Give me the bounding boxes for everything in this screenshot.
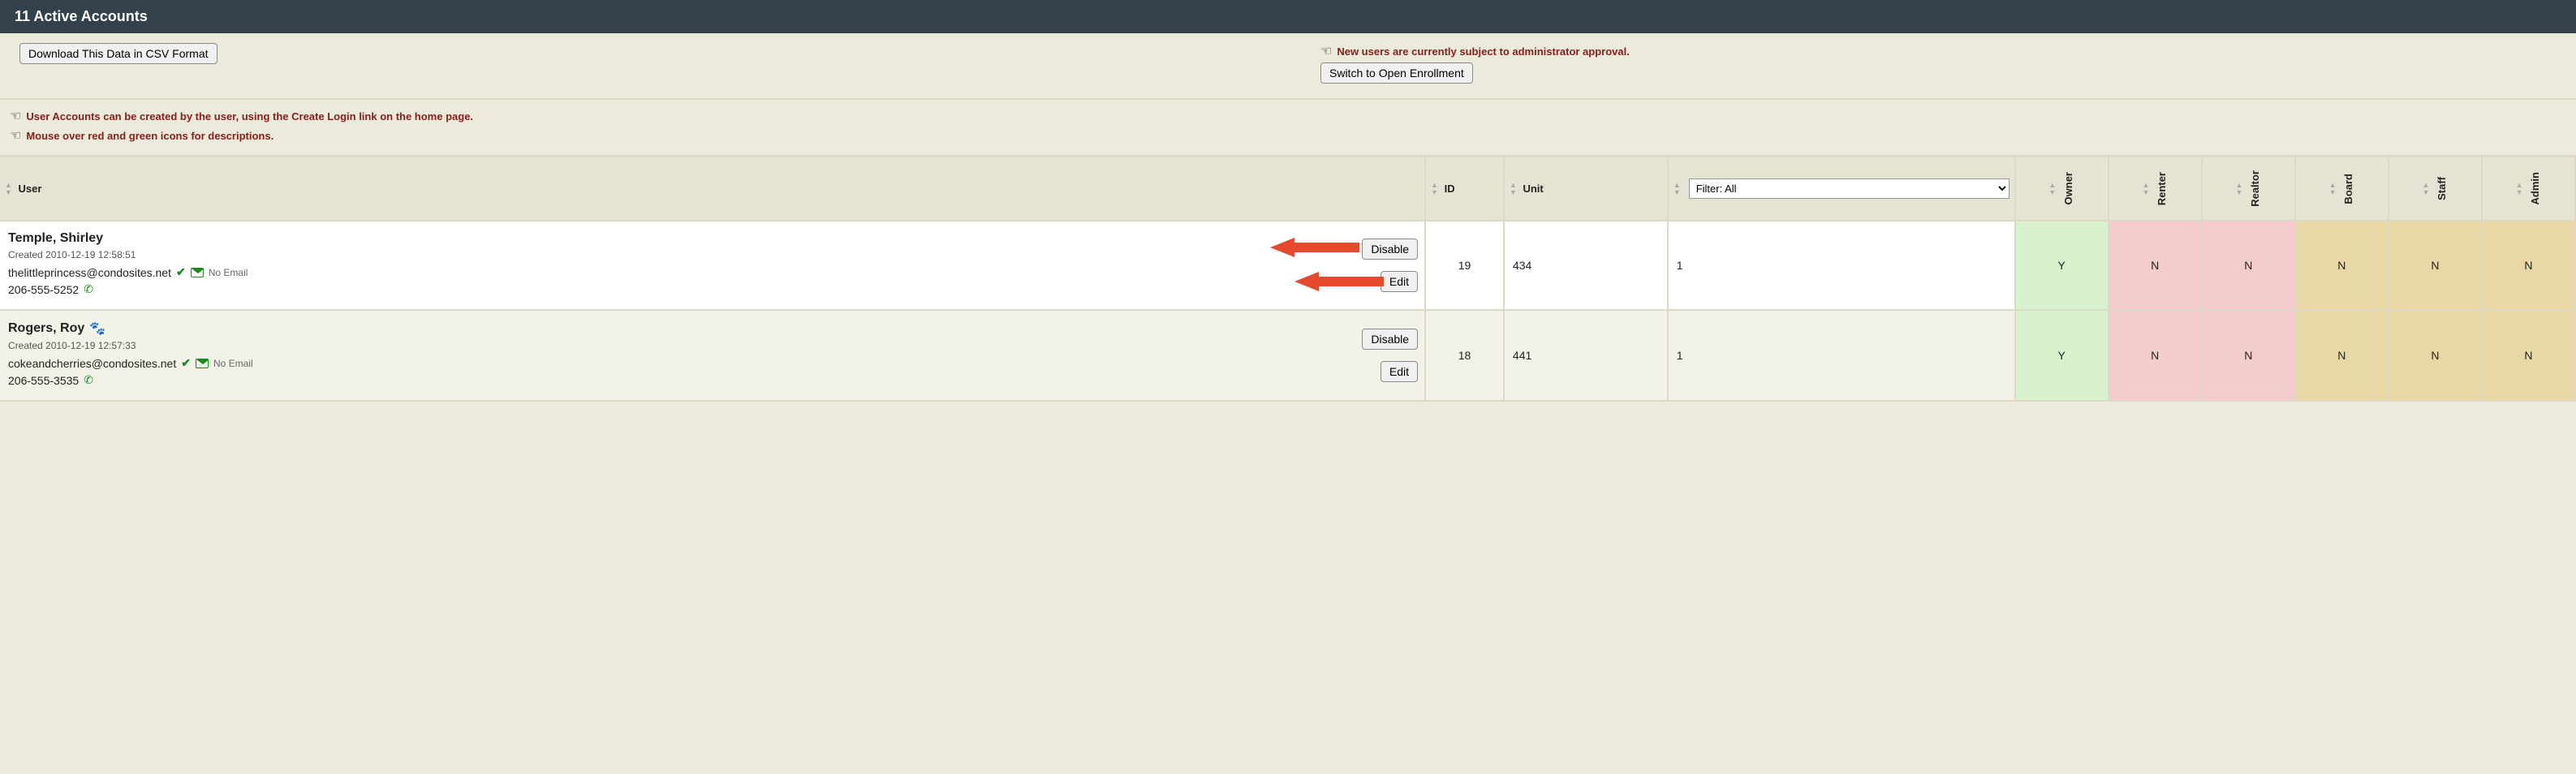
hand-icon: ☞	[10, 108, 21, 124]
user-cell: Temple, Shirley Created 2010-12-19 12:58…	[0, 221, 1425, 310]
row-actions: Disable Edit	[1362, 239, 1418, 292]
page-title: 11 Active Accounts	[15, 8, 148, 24]
toolbar: Download This Data in CSV Format ☞ New u…	[0, 33, 2576, 100]
accounts-table: User ID Unit Filter: All	[0, 157, 2576, 402]
table-row: Rogers, Roy 🐾 Created 2010-12-19 12:57:3…	[0, 310, 2575, 401]
create-login-note: ☞ User Accounts can be created by the us…	[10, 108, 2566, 124]
flag-cell: N	[2109, 310, 2202, 401]
unit-cell: 434	[1504, 221, 1668, 310]
notes-block: ☞ User Accounts can be created by the us…	[0, 100, 2576, 157]
no-email-label: No Email	[213, 358, 253, 369]
hand-icon: ☞	[10, 127, 21, 144]
approval-note-text: New users are currently subject to admin…	[1337, 45, 1630, 58]
user-phone: 206-555-5252	[8, 283, 79, 296]
row-actions: Disable Edit	[1362, 329, 1418, 382]
paw-icon: 🐾	[89, 320, 106, 337]
hand-icon: ☞	[1320, 43, 1332, 59]
user-phone: 206-555-3535	[8, 374, 79, 387]
flag-cell: N	[2109, 221, 2202, 310]
check-icon: ✔	[176, 265, 186, 279]
col-header-id[interactable]: ID	[1425, 157, 1504, 221]
approval-note: ☞ New users are currently subject to adm…	[1320, 43, 2576, 59]
flag-cell: N	[2389, 310, 2482, 401]
flag-cell: Y	[2015, 310, 2109, 401]
user-created: Created 2010-12-19 12:57:33	[8, 340, 1416, 351]
col-header-owner[interactable]: Owner	[2015, 157, 2109, 221]
mail-icon	[191, 268, 204, 277]
id-cell: 19	[1425, 221, 1504, 310]
accounts-tbody: Temple, Shirley Created 2010-12-19 12:58…	[0, 221, 2575, 401]
filter-cell: 1	[1668, 310, 2015, 401]
flag-cell: N	[2202, 221, 2295, 310]
filter-select[interactable]: Filter: All	[1689, 178, 2010, 199]
mail-icon	[196, 359, 209, 368]
col-header-admin[interactable]: Admin	[2482, 157, 2575, 221]
user-email-line: thelittleprincess@condosites.net ✔ No Em…	[8, 265, 1416, 279]
flag-cell: N	[2295, 221, 2389, 310]
sort-icon[interactable]	[2048, 182, 2056, 196]
sort-icon[interactable]	[2329, 182, 2337, 196]
unit-cell: 441	[1504, 310, 1668, 401]
sort-icon[interactable]	[5, 182, 12, 196]
check-icon: ✔	[181, 356, 191, 370]
sort-icon[interactable]	[2142, 182, 2149, 196]
user-email: cokeandcherries@condosites.net	[8, 357, 176, 370]
no-email-label: No Email	[209, 267, 248, 278]
flag-cell: Y	[2015, 221, 2109, 310]
user-email-line: cokeandcherries@condosites.net ✔ No Emai…	[8, 356, 1416, 370]
sort-icon[interactable]	[2236, 182, 2243, 196]
sort-icon[interactable]	[1510, 182, 1517, 196]
col-header-staff[interactable]: Staff	[2389, 157, 2482, 221]
user-created: Created 2010-12-19 12:58:51	[8, 249, 1416, 260]
phone-icon: ✆	[84, 282, 93, 296]
col-header-unit[interactable]: Unit	[1504, 157, 1668, 221]
download-csv-button[interactable]: Download This Data in CSV Format	[19, 43, 218, 64]
user-name: Temple, Shirley	[8, 231, 1416, 246]
sort-icon[interactable]	[1431, 182, 1438, 196]
sort-icon[interactable]	[2516, 182, 2523, 196]
switch-enrollment-button[interactable]: Switch to Open Enrollment	[1320, 62, 1473, 84]
col-header-realtor[interactable]: Realtor	[2202, 157, 2295, 221]
filter-cell: 1	[1668, 221, 2015, 310]
col-header-renter[interactable]: Renter	[2109, 157, 2202, 221]
flag-cell: N	[2482, 221, 2575, 310]
flag-cell: N	[2295, 310, 2389, 401]
phone-icon: ✆	[84, 373, 93, 387]
page-title-bar: 11 Active Accounts	[0, 0, 2576, 33]
disable-button[interactable]: Disable	[1362, 239, 1418, 260]
flag-cell: N	[2482, 310, 2575, 401]
col-header-filter[interactable]: Filter: All	[1668, 157, 2015, 221]
user-cell: Rogers, Roy 🐾 Created 2010-12-19 12:57:3…	[0, 310, 1425, 401]
col-header-board[interactable]: Board	[2295, 157, 2389, 221]
sort-icon[interactable]	[1674, 182, 1681, 196]
user-phone-line: 206-555-3535 ✆	[8, 373, 1416, 387]
user-phone-line: 206-555-5252 ✆	[8, 282, 1416, 296]
col-header-user[interactable]: User	[0, 157, 1425, 221]
edit-button[interactable]: Edit	[1381, 361, 1418, 382]
user-name: Rogers, Roy 🐾	[8, 320, 1416, 337]
flag-cell: N	[2202, 310, 2295, 401]
mouseover-note: ☞ Mouse over red and green icons for des…	[10, 127, 2566, 144]
table-row: Temple, Shirley Created 2010-12-19 12:58…	[0, 221, 2575, 310]
user-email: thelittleprincess@condosites.net	[8, 266, 171, 279]
edit-button[interactable]: Edit	[1381, 271, 1418, 292]
flag-cell: N	[2389, 221, 2482, 310]
id-cell: 18	[1425, 310, 1504, 401]
disable-button[interactable]: Disable	[1362, 329, 1418, 350]
sort-icon[interactable]	[2423, 182, 2430, 196]
